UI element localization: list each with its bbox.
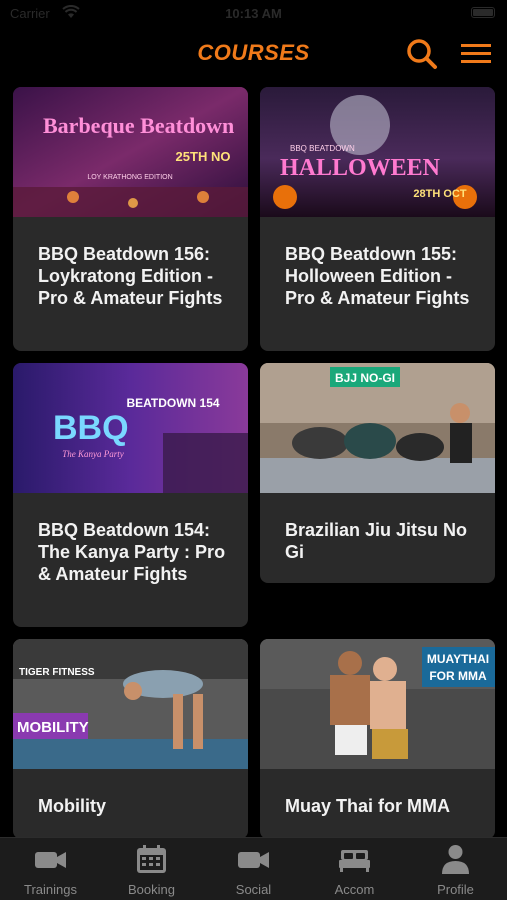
calendar-icon [137, 845, 166, 873]
image-subtitle: The Kanya Party [62, 449, 124, 459]
status-time: 10:13 AM [225, 6, 282, 21]
video-camera-icon [35, 852, 66, 868]
course-thumbnail: BBQ BEATDOWN HALLOWEEN 28TH OCT [260, 87, 495, 217]
image-badge: BEATDOWN 154 [126, 396, 219, 410]
image-title: BJJ NO-GI [335, 371, 395, 385]
tab-label: Profile [437, 882, 474, 897]
search-button[interactable] [404, 36, 440, 72]
tab-label: Booking [128, 882, 175, 897]
tab-social[interactable]: Social [203, 838, 304, 900]
image-subtitle: TIGER FITNESS [19, 667, 95, 678]
course-card[interactable]: BBQ BEATDOWN 154 The Kanya Party BBQ Bea… [13, 363, 248, 627]
course-title: Brazilian Jiu Jitsu No Gi [285, 520, 468, 562]
tab-label: Trainings [24, 882, 77, 897]
course-title: BBQ Beatdown 154: The Kanya Party : Pro … [38, 520, 226, 584]
image-badge: 28TH OCT [413, 188, 466, 200]
course-image: BJJ NO-GI [260, 363, 495, 493]
course-thumbnail: MUAYTHAI FOR MMA [260, 639, 495, 769]
course-card[interactable]: BBQ BEATDOWN HALLOWEEN 28TH OCT BBQ Beat… [260, 87, 495, 351]
image-title: HALLOWEEN [280, 155, 441, 181]
course-card[interactable]: Barbeque Beatdown 25TH NO LOY KRATHONG E… [13, 87, 248, 351]
tab-booking[interactable]: Booking [101, 838, 202, 900]
battery-icon [471, 7, 495, 18]
tab-trainings[interactable]: Trainings [0, 838, 101, 900]
course-title: BBQ Beatdown 155: Holloween Edition - Pr… [285, 244, 470, 308]
course-card[interactable]: BJJ NO-GI Brazilian Jiu Jitsu No Gi [260, 363, 495, 583]
course-thumbnail: BBQ BEATDOWN 154 The Kanya Party [13, 363, 248, 493]
tab-bar: Trainings Booking Social Accom Profile [0, 837, 507, 900]
tab-accom[interactable]: Accom [304, 838, 405, 900]
image-title: MUAYTHAI [427, 652, 489, 666]
course-thumbnail: Barbeque Beatdown 25TH NO LOY KRATHONG E… [13, 87, 248, 217]
video-camera-icon [238, 852, 269, 868]
status-bar: Carrier 10:13 AM [0, 0, 507, 28]
tab-label: Accom [334, 882, 375, 897]
course-image: MUAYTHAI FOR MMA [260, 639, 495, 769]
header: COURSES [0, 28, 507, 80]
image-title: MOBILITY [17, 719, 89, 736]
course-title: BBQ Beatdown 156: Loykratong Edition - P… [38, 244, 223, 308]
tab-label: Social [235, 882, 272, 897]
course-card[interactable]: TIGER FITNESS MOBILITY Mobility [13, 639, 248, 837]
course-grid: Barbeque Beatdown 25TH NO LOY KRATHONG E… [0, 85, 507, 837]
hamburger-menu-icon [461, 44, 491, 63]
course-title: Mobility [38, 796, 106, 816]
image-subtitle: LOY KRATHONG EDITION [87, 174, 172, 181]
image-title: Barbeque Beatdown [43, 113, 234, 138]
image-subtitle: FOR MMA [429, 669, 487, 683]
course-image: BBQ BEATDOWN HALLOWEEN 28TH OCT [260, 87, 495, 217]
course-title: Muay Thai for MMA [285, 796, 450, 816]
search-icon [407, 39, 437, 69]
course-card[interactable]: MUAYTHAI FOR MMA Muay Thai for MMA [260, 639, 495, 837]
image-badge: 25TH NO [176, 149, 231, 164]
image-subtitle: BBQ BEATDOWN [290, 144, 355, 153]
course-thumbnail: TIGER FITNESS MOBILITY [13, 639, 248, 769]
course-image: Barbeque Beatdown 25TH NO LOY KRATHONG E… [13, 87, 248, 217]
course-image: TIGER FITNESS MOBILITY [13, 639, 248, 769]
image-title: BBQ [53, 409, 129, 447]
course-image: BBQ BEATDOWN 154 The Kanya Party [13, 363, 248, 493]
tab-profile[interactable]: Profile [405, 838, 506, 900]
course-thumbnail: BJJ NO-GI [260, 363, 495, 493]
menu-button[interactable] [458, 38, 494, 70]
person-icon [442, 845, 469, 874]
bed-icon [339, 850, 370, 872]
